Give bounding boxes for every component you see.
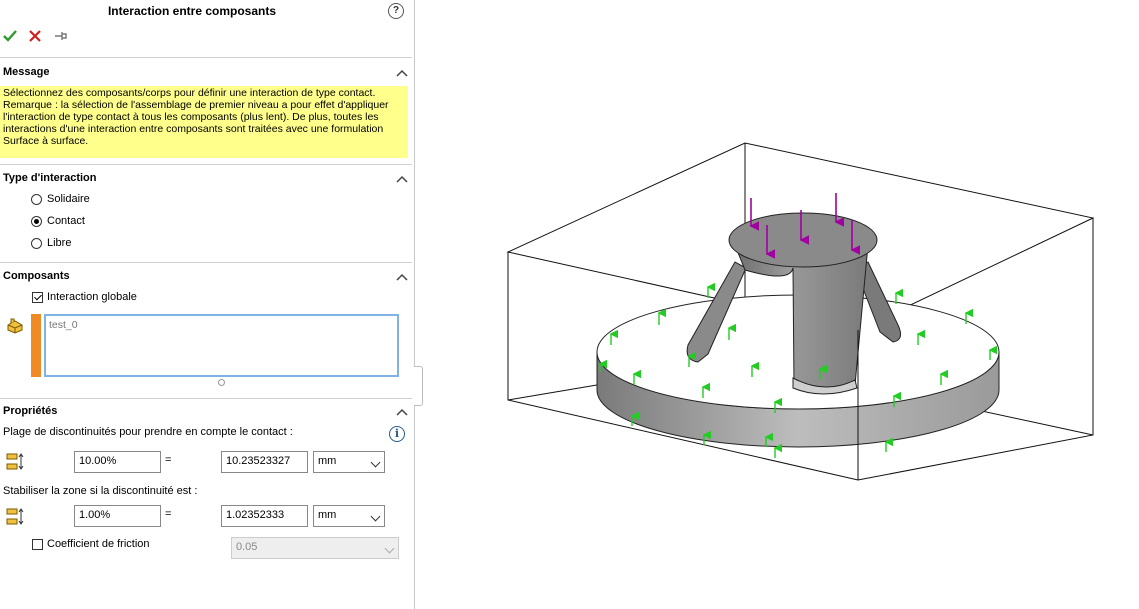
stabilize-label: Stabiliser la zone si la discontinuité e…: [3, 485, 198, 497]
message-section-header[interactable]: Message: [3, 66, 49, 78]
property-manager-panel: Interaction entre composants ? Message S…: [0, 0, 415, 609]
x-icon[interactable]: [28, 28, 42, 44]
panel-splitter-handle[interactable]: [414, 366, 423, 406]
graphics-viewport[interactable]: [423, 0, 1139, 609]
list-item[interactable]: test_0: [49, 319, 394, 331]
stabilize-unit-dropdown[interactable]: mm: [313, 505, 385, 527]
global-interaction-label[interactable]: Interaction globale: [47, 291, 137, 303]
global-interaction-checkbox[interactable]: [32, 292, 43, 303]
chevron-down-icon: [384, 543, 395, 554]
chevron-up-icon[interactable]: [396, 272, 408, 282]
stabilize-value-input[interactable]: 1.02352333: [221, 505, 308, 527]
equals-sign: =: [165, 454, 172, 466]
interaction-type-section-header[interactable]: Type d'interaction: [3, 172, 96, 184]
divider: [0, 262, 412, 263]
radio-contact[interactable]: [31, 216, 42, 227]
gap-icon: [6, 453, 24, 470]
divider: [0, 57, 412, 58]
gap-value-input[interactable]: 10.23523327: [221, 451, 308, 473]
properties-section-header[interactable]: Propriétés: [3, 405, 57, 417]
friction-label[interactable]: Coefficient de friction: [47, 538, 150, 550]
help-icon[interactable]: ?: [388, 3, 404, 19]
stabilize-percent-input[interactable]: 1.00%: [74, 505, 161, 527]
check-icon[interactable]: [2, 28, 18, 44]
panel-title: Interaction entre composants: [107, 4, 277, 18]
divider: [0, 164, 412, 165]
stabilize-unit-value: mm: [318, 509, 337, 521]
gap-range-label: Plage de discontinuités pour prendre en …: [3, 426, 293, 438]
divider: [0, 398, 412, 399]
components-listbox[interactable]: test_0: [44, 314, 399, 377]
resize-grip[interactable]: [218, 379, 225, 386]
radio-solidaire-label[interactable]: Solidaire: [47, 193, 90, 205]
chevron-down-icon: [370, 511, 381, 522]
radio-libre-label[interactable]: Libre: [47, 237, 71, 249]
friction-checkbox[interactable]: [32, 539, 43, 550]
info-icon[interactable]: i: [389, 426, 405, 442]
gap-unit-dropdown[interactable]: mm: [313, 451, 385, 473]
gap-unit-value: mm: [318, 455, 337, 467]
message-text: Sélectionnez des composants/corps pour d…: [0, 86, 408, 158]
components-section-header[interactable]: Composants: [3, 270, 70, 282]
chevron-down-icon: [370, 457, 381, 468]
component-icon: [7, 318, 23, 334]
radio-solidaire[interactable]: [31, 194, 42, 205]
gap-percent-input[interactable]: 10.00%: [74, 451, 161, 473]
radio-libre[interactable]: [31, 238, 42, 249]
friction-value-dropdown[interactable]: 0.05: [231, 537, 399, 559]
radio-contact-label[interactable]: Contact: [47, 215, 85, 227]
chevron-up-icon[interactable]: [396, 407, 408, 417]
equals-sign: =: [165, 508, 172, 520]
pushpin-icon[interactable]: [53, 28, 69, 44]
stabilize-icon: [6, 508, 24, 525]
chevron-up-icon[interactable]: [396, 68, 408, 78]
chevron-up-icon[interactable]: [396, 174, 408, 184]
friction-value: 0.05: [236, 541, 258, 553]
selection-color-bar: [31, 314, 41, 377]
